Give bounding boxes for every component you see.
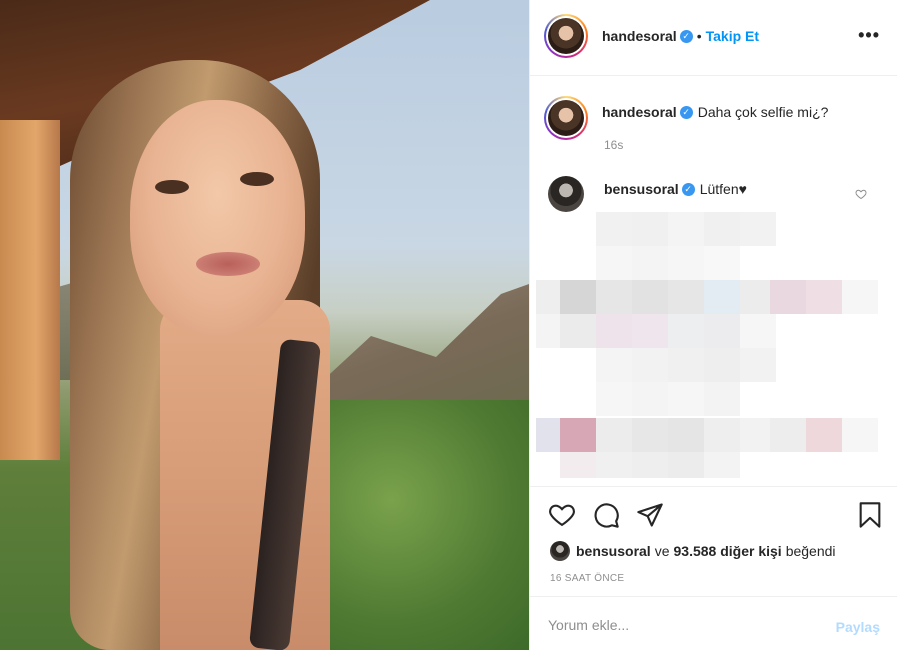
comment-like-heart-icon[interactable]	[855, 188, 867, 200]
post-actions: bensusoral ve 93.588 diğer kişi beğendi …	[530, 486, 897, 596]
caption-text: Daha çok selfie mi¿?	[697, 104, 829, 120]
separator-dot: •	[696, 28, 702, 44]
post-date[interactable]: 16 SAAT ÖNCE	[550, 573, 624, 584]
mouth	[196, 252, 260, 276]
verified-badge-icon: ✓	[681, 182, 695, 196]
comment-avatar[interactable]	[548, 176, 584, 212]
verified-badge-icon: ✓	[679, 29, 693, 43]
comment-icon[interactable]	[592, 501, 620, 529]
post-side-panel: handesoral ✓ • Takip Et ••• handesoral ✓…	[529, 0, 897, 650]
face	[130, 100, 305, 335]
background-trees	[300, 400, 529, 650]
post-header: handesoral ✓ • Takip Et •••	[530, 0, 897, 76]
likes-count[interactable]: 93.588 diğer kişi	[674, 543, 782, 559]
bookmark-icon[interactable]	[856, 501, 884, 529]
share-icon[interactable]	[636, 501, 664, 529]
comment-input[interactable]	[548, 615, 808, 635]
liker-username[interactable]: bensusoral	[576, 543, 651, 559]
left-eye	[155, 180, 189, 194]
caption-avatar[interactable]	[544, 96, 588, 140]
header-username[interactable]: handesoral	[602, 28, 677, 44]
follow-button[interactable]: Takip Et	[706, 28, 759, 44]
post-comment-button[interactable]: Paylaş	[836, 619, 880, 635]
pixelated-region	[530, 212, 897, 478]
comment-username[interactable]: bensusoral	[604, 181, 679, 197]
heart-icon[interactable]	[548, 501, 576, 529]
more-options-icon[interactable]: •••	[858, 26, 880, 44]
add-comment-bar: Paylaş	[530, 596, 897, 650]
comment-row: bensusoral ✓ Lütfen♥	[604, 181, 747, 197]
avatar[interactable]	[544, 14, 588, 58]
header-user-row: handesoral ✓ • Takip Et	[602, 28, 759, 44]
caption-row: handesoral ✓ Daha çok selfie mi¿?	[602, 104, 828, 120]
liker-avatar	[550, 541, 570, 561]
likes-summary[interactable]: bensusoral ve 93.588 diğer kişi beğendi	[550, 541, 836, 561]
likes-suffix: beğendi	[785, 543, 836, 559]
caption-time[interactable]: 16s	[604, 138, 623, 152]
likes-connector: ve	[654, 543, 670, 559]
wooden-pillar	[0, 120, 60, 460]
caption-username[interactable]: handesoral	[602, 104, 677, 120]
verified-badge-icon: ✓	[679, 105, 693, 119]
post-photo[interactable]	[0, 0, 529, 650]
comment-text: Lütfen♥	[699, 181, 747, 197]
right-eye	[240, 172, 274, 186]
